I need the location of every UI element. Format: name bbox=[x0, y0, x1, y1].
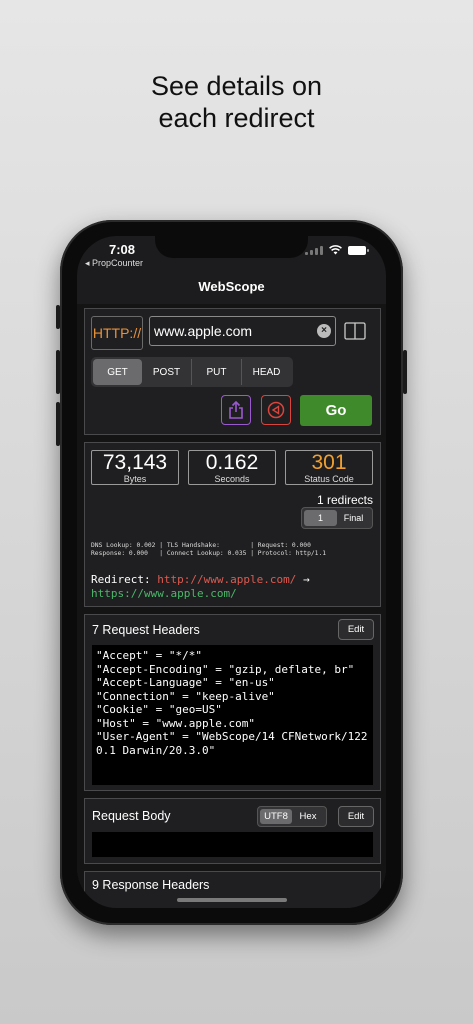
redirect-label: Redirect: bbox=[91, 573, 151, 586]
redirect-arrow-icon: → bbox=[302, 573, 310, 586]
seconds-value: 0.162 bbox=[205, 451, 259, 474]
marketing-headline: See details on each redirect bbox=[0, 70, 473, 134]
redirect-tab-final[interactable]: Final bbox=[337, 510, 370, 526]
timing-line-2: Response: 0.000 | Connect Lookup: 0.035 … bbox=[91, 550, 327, 557]
method-segmented-control[interactable]: GET POST PUT HEAD bbox=[91, 357, 293, 387]
replay-back-button[interactable] bbox=[261, 395, 291, 425]
timing-details: DNS Lookup: 0.002 | TLS Handshake: | Req… bbox=[91, 542, 376, 558]
notch bbox=[155, 236, 308, 258]
phone-screen: 7:08 ◂ PropCounter WebScope HTTP:// www.… bbox=[77, 236, 386, 908]
redirect-count: 1 redirects bbox=[316, 493, 373, 507]
redirect-from-url[interactable]: http://www.apple.com/ bbox=[157, 573, 296, 586]
edit-body-button[interactable]: Edit bbox=[338, 806, 374, 827]
status-time: 7:08 bbox=[109, 242, 136, 257]
back-circle-icon bbox=[267, 401, 285, 419]
back-to-app-link[interactable]: ◂ PropCounter bbox=[85, 258, 143, 269]
request-body-title: Request Body bbox=[92, 809, 171, 823]
header-line: "Cookie" = "geo=US" bbox=[96, 703, 222, 716]
header-line: "Host" = "www.apple.com" bbox=[96, 716, 255, 730]
header-line: "Accept" = "*/*" bbox=[96, 649, 202, 662]
status-code-label: Status Code bbox=[304, 474, 354, 484]
encoding-hex[interactable]: Hex bbox=[292, 809, 324, 824]
request-body-panel: Request Body UTF8 Hex Edit bbox=[84, 798, 381, 864]
encoding-segmented-control[interactable]: UTF8 Hex bbox=[257, 806, 327, 827]
header-line: "Accept-Encoding" = "gzip, deflate, br" bbox=[96, 662, 355, 676]
response-headers-panel: 9 Response Headers bbox=[84, 871, 381, 908]
request-headers-list: "Accept" = "*/*" "Accept-Encoding" = "gzi… bbox=[92, 645, 373, 785]
edit-headers-button[interactable]: Edit bbox=[338, 619, 374, 640]
header-line: "Connection" = "keep-alive" bbox=[96, 689, 275, 703]
headline-line-1: See details on bbox=[150, 71, 323, 101]
seconds-label: Seconds bbox=[214, 474, 250, 484]
wifi-icon bbox=[329, 245, 342, 255]
share-button[interactable] bbox=[221, 395, 251, 425]
url-input[interactable]: www.apple.com bbox=[149, 316, 336, 346]
go-button[interactable]: Go bbox=[300, 395, 372, 426]
method-head[interactable]: HEAD bbox=[242, 359, 291, 385]
header-line: "User-Agent" = "WebScope/14 CFNetwork/12… bbox=[96, 730, 368, 757]
response-summary-panel: 73,143 Bytes 0.162 Seconds 301 Status Co… bbox=[84, 442, 381, 607]
headline-line-2: each redirect bbox=[158, 103, 315, 133]
battery-icon bbox=[348, 245, 369, 255]
request-headers-panel: 7 Request Headers Edit "Accept" = "*/*" "… bbox=[84, 614, 381, 791]
share-icon bbox=[229, 401, 243, 419]
header-line: "Accept-Language" = "en-us" bbox=[96, 676, 275, 689]
bytes-label: Bytes bbox=[123, 474, 147, 484]
bytes-stat: 73,143 Bytes bbox=[91, 450, 179, 485]
response-headers-title: 9 Response Headers bbox=[92, 878, 210, 892]
seconds-stat: 0.162 Seconds bbox=[188, 450, 276, 485]
encoding-utf8[interactable]: UTF8 bbox=[260, 809, 292, 824]
redirect-to-url[interactable]: https://www.apple.com/ bbox=[91, 587, 237, 600]
phone-volume-up bbox=[56, 350, 60, 394]
method-put[interactable]: PUT bbox=[192, 359, 242, 385]
request-headers-title: 7 Request Headers bbox=[92, 623, 200, 637]
main-content: HTTP:// www.apple.com × GET POST PUT HEA… bbox=[77, 304, 386, 908]
method-post[interactable]: POST bbox=[142, 359, 192, 385]
redirect-segmented-control[interactable]: 1 Final bbox=[301, 507, 373, 529]
cellular-signal-icon bbox=[305, 245, 323, 255]
nav-title: WebScope bbox=[198, 279, 265, 294]
redirect-tab-1[interactable]: 1 bbox=[304, 510, 337, 526]
home-indicator bbox=[177, 898, 287, 902]
timing-line-1: DNS Lookup: 0.002 | TLS Handshake: | Req… bbox=[91, 542, 311, 549]
bytes-value: 73,143 bbox=[102, 451, 168, 474]
status-code-value: 301 bbox=[311, 451, 347, 474]
request-body-content[interactable] bbox=[92, 832, 373, 857]
status-indicators bbox=[305, 245, 369, 255]
bookmarks-icon[interactable] bbox=[344, 322, 366, 340]
status-code-stat: 301 Status Code bbox=[285, 450, 373, 485]
clear-url-icon[interactable]: × bbox=[317, 324, 331, 338]
request-panel: HTTP:// www.apple.com × GET POST PUT HEA… bbox=[84, 308, 381, 435]
redirect-info: Redirect: http://www.apple.com/ → https:/… bbox=[91, 573, 376, 601]
phone-volume-down bbox=[56, 402, 60, 446]
scheme-selector[interactable]: HTTP:// bbox=[91, 316, 143, 350]
phone-power-button bbox=[403, 350, 407, 394]
method-get[interactable]: GET bbox=[93, 359, 142, 385]
phone-mute-switch bbox=[56, 305, 60, 329]
